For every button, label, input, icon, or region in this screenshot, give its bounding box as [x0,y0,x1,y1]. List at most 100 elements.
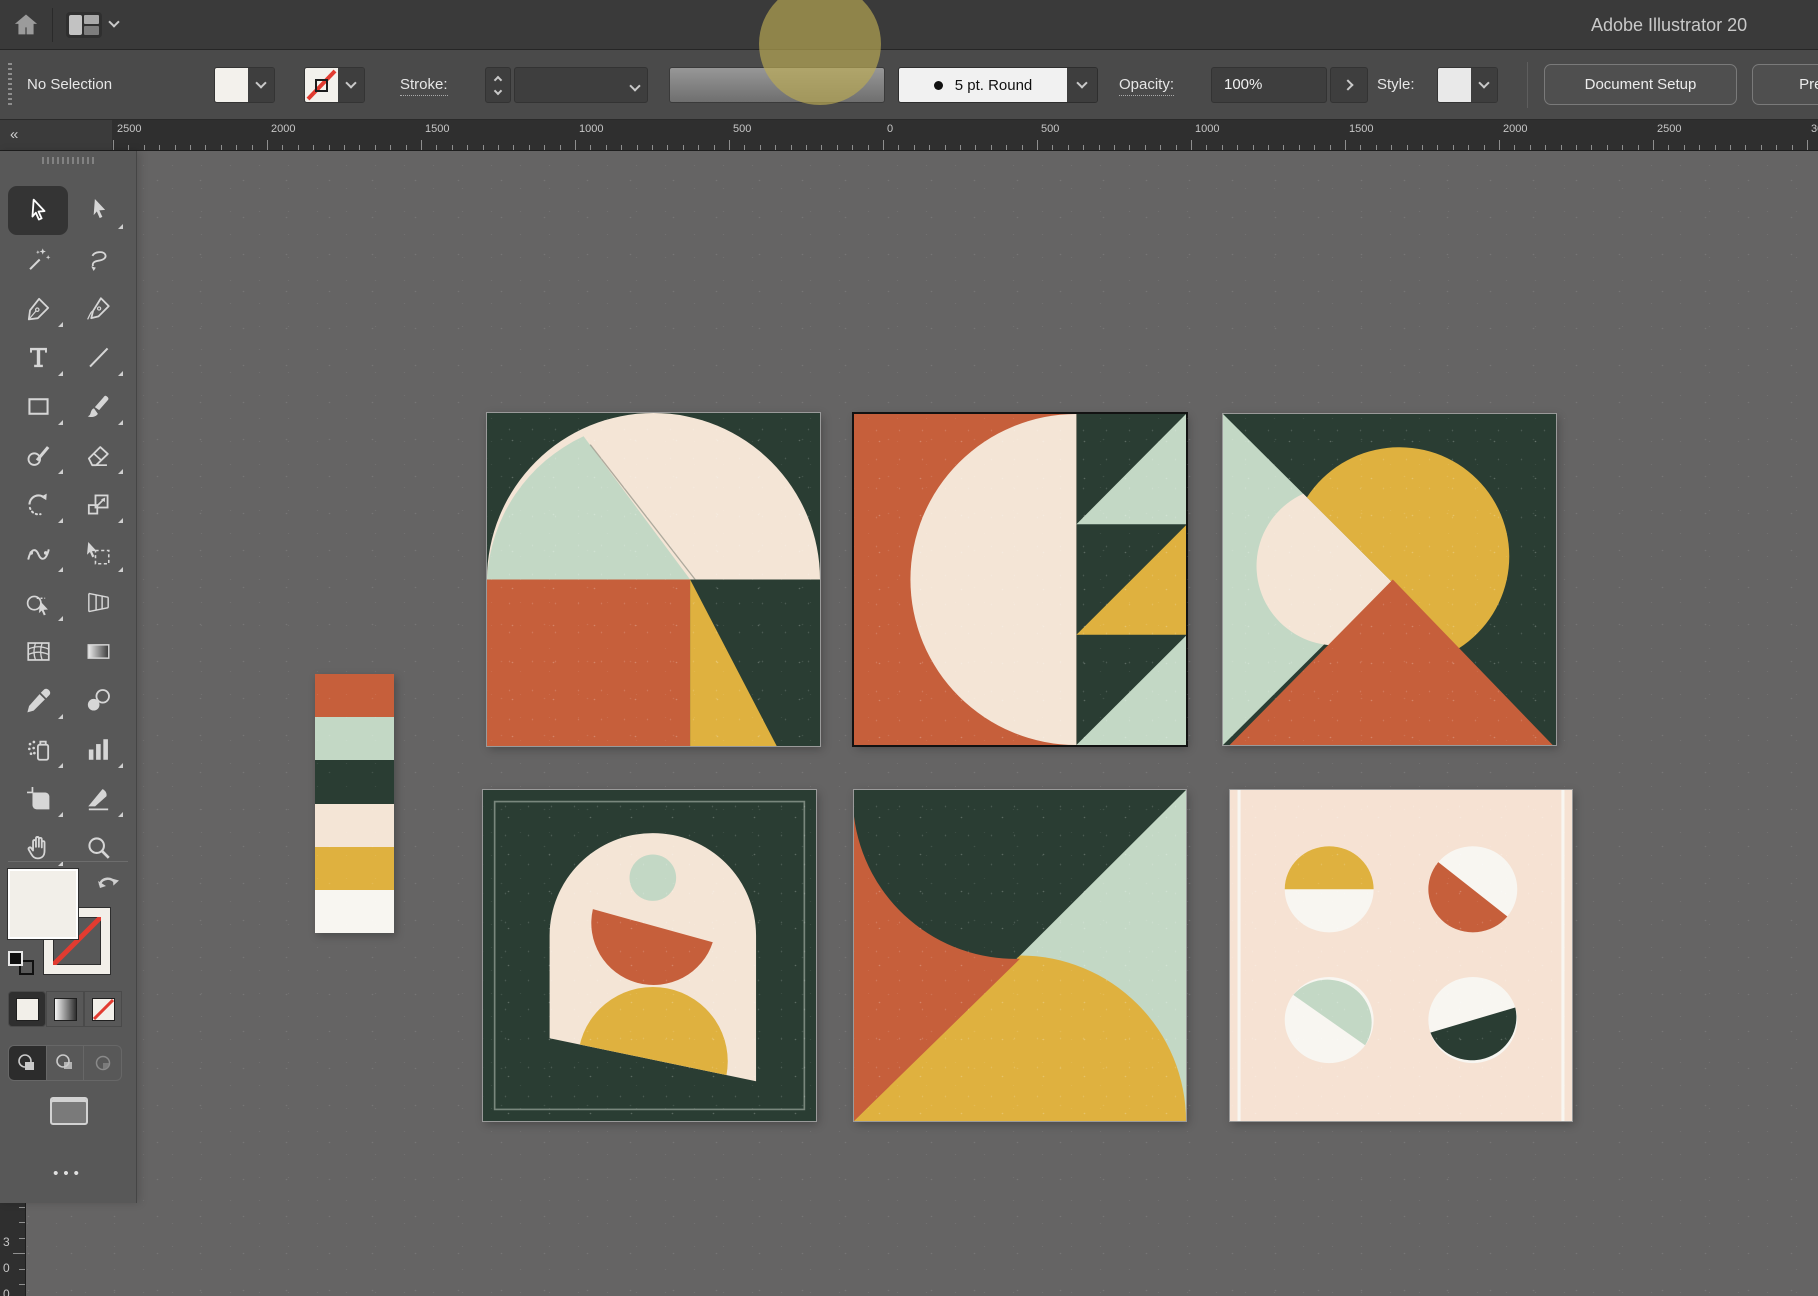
arrange-documents-chevron-icon[interactable] [108,16,119,27]
direct-selection-tool[interactable] [68,186,128,235]
paint-none-button[interactable] [84,991,122,1027]
free-transform-tool[interactable] [68,529,128,578]
stroke-label[interactable]: Stroke: [400,50,448,120]
paint-gradient-button[interactable] [46,991,84,1027]
perspective-grid-tool[interactable] [68,578,128,627]
ruler-tick [852,145,853,150]
artboard-tool[interactable] [8,774,68,823]
line-segment-tool[interactable] [68,333,128,382]
artboard-quarter-waves[interactable] [854,790,1186,1121]
ruler-tick [883,140,884,150]
magic-wand-tool[interactable] [8,235,68,284]
color-swatch-strip-artwork[interactable] [315,674,394,933]
panel-grip[interactable] [8,63,12,107]
stroke-dropdown[interactable] [338,68,364,102]
opacity-field[interactable]: 100% [1211,67,1327,103]
stroke-color-picker[interactable] [304,67,365,103]
swatch-yellow[interactable] [315,847,394,890]
zoom-tool[interactable] [68,823,128,872]
type-tool[interactable] [8,333,68,382]
shaper-icon [24,441,53,470]
ruler-tick [1776,145,1777,150]
swatch-mint[interactable] [315,717,394,760]
opacity-label[interactable]: Opacity: [1119,50,1174,120]
ruler-tick [606,145,607,150]
swap-fill-stroke-icon[interactable] [96,871,122,893]
paint-color-button[interactable] [8,991,46,1027]
edit-toolbar-button[interactable]: ••• [0,1165,137,1182]
collapse-panel-button[interactable]: « [0,120,112,151]
horizontal-ruler[interactable]: 2500200015001000500050010001500200025003… [0,120,1818,151]
width-tool[interactable] [8,529,68,578]
artboard-sun-mountain[interactable] [1223,414,1556,745]
fill-swatch[interactable] [215,68,248,102]
opacity-panel-button[interactable] [1330,67,1368,103]
curvature-tool[interactable] [68,284,128,333]
dome-quadrants-artwork [487,413,820,746]
swatch-white[interactable] [315,890,394,933]
quarter-waves-artwork [854,790,1186,1121]
paintbrush-tool[interactable] [68,382,128,431]
ruler-tick [1591,145,1592,150]
ruler-label: 2000 [271,123,295,135]
default-fill-stroke-icon[interactable] [8,951,34,975]
artboard-arch-figure[interactable] [483,790,816,1121]
hand-tool[interactable] [8,823,68,872]
swatch-orange[interactable] [315,674,394,717]
ruler-tick [513,145,514,150]
draw-inside-button[interactable] [84,1046,121,1080]
style-dropdown[interactable] [1471,68,1497,102]
tools-panel-grip[interactable] [42,157,94,164]
column-graph-tool[interactable] [68,725,128,774]
ruler-tick [1668,145,1669,150]
fill-color-picker[interactable] [214,67,275,103]
stroke-swatch-none[interactable] [305,68,338,102]
brush-definition-picker[interactable]: 5 pt. Round [898,67,1098,103]
brush-dropdown[interactable] [1067,68,1097,102]
artboard-half-moon-triangles[interactable] [854,414,1186,745]
arrange-documents-icon[interactable] [66,12,102,38]
mesh-tool[interactable] [8,627,68,676]
width-profile-preview[interactable] [669,67,885,103]
stroke-weight-stepper[interactable] [485,67,511,103]
blend-tool[interactable] [68,676,128,725]
ruler-tick [1561,145,1562,150]
ruler-tick [421,140,422,150]
ruler-tick [760,145,761,150]
fill-dropdown[interactable] [248,68,274,102]
draw-normal-button[interactable] [9,1046,47,1080]
artboard-dome-quadrants[interactable] [487,413,820,746]
style-swatch[interactable] [1438,68,1471,102]
scale-tool[interactable] [68,480,128,529]
style-picker[interactable] [1437,67,1498,103]
eraser-tool[interactable] [68,431,128,480]
ruler-tick [991,145,992,150]
selection-tool[interactable] [8,186,68,235]
symbol-sprayer-tool[interactable] [8,725,68,774]
ruler-tick [698,145,699,150]
shaper-tool[interactable] [8,431,68,480]
swatch-dark-green[interactable] [315,760,394,803]
pen-tool[interactable] [8,284,68,333]
slice-tool[interactable] [68,774,128,823]
swatch-cream[interactable] [315,804,394,847]
home-icon[interactable] [12,11,40,39]
stroke-weight-field[interactable] [514,67,648,103]
artboard-split-circles[interactable] [1230,790,1572,1121]
shape-builder-tool[interactable] [8,578,68,627]
ruler-label: 1500 [425,123,449,135]
rotate-tool[interactable] [8,480,68,529]
canvas[interactable] [0,151,1818,1296]
slice-icon [84,784,113,813]
rectangle-tool[interactable] [8,382,68,431]
ruler-tick [19,1238,25,1239]
change-screen-mode-button[interactable] [50,1097,88,1125]
lasso-tool[interactable] [68,235,128,284]
eyedropper-tool[interactable] [8,676,68,725]
vertical-ruler[interactable]: 300 [0,1203,26,1296]
preferences-button[interactable]: Prefe [1752,64,1818,105]
gradient-tool[interactable] [68,627,128,676]
fill-proxy[interactable] [8,869,78,939]
document-setup-button[interactable]: Document Setup [1544,64,1737,105]
draw-behind-button[interactable] [47,1046,85,1080]
